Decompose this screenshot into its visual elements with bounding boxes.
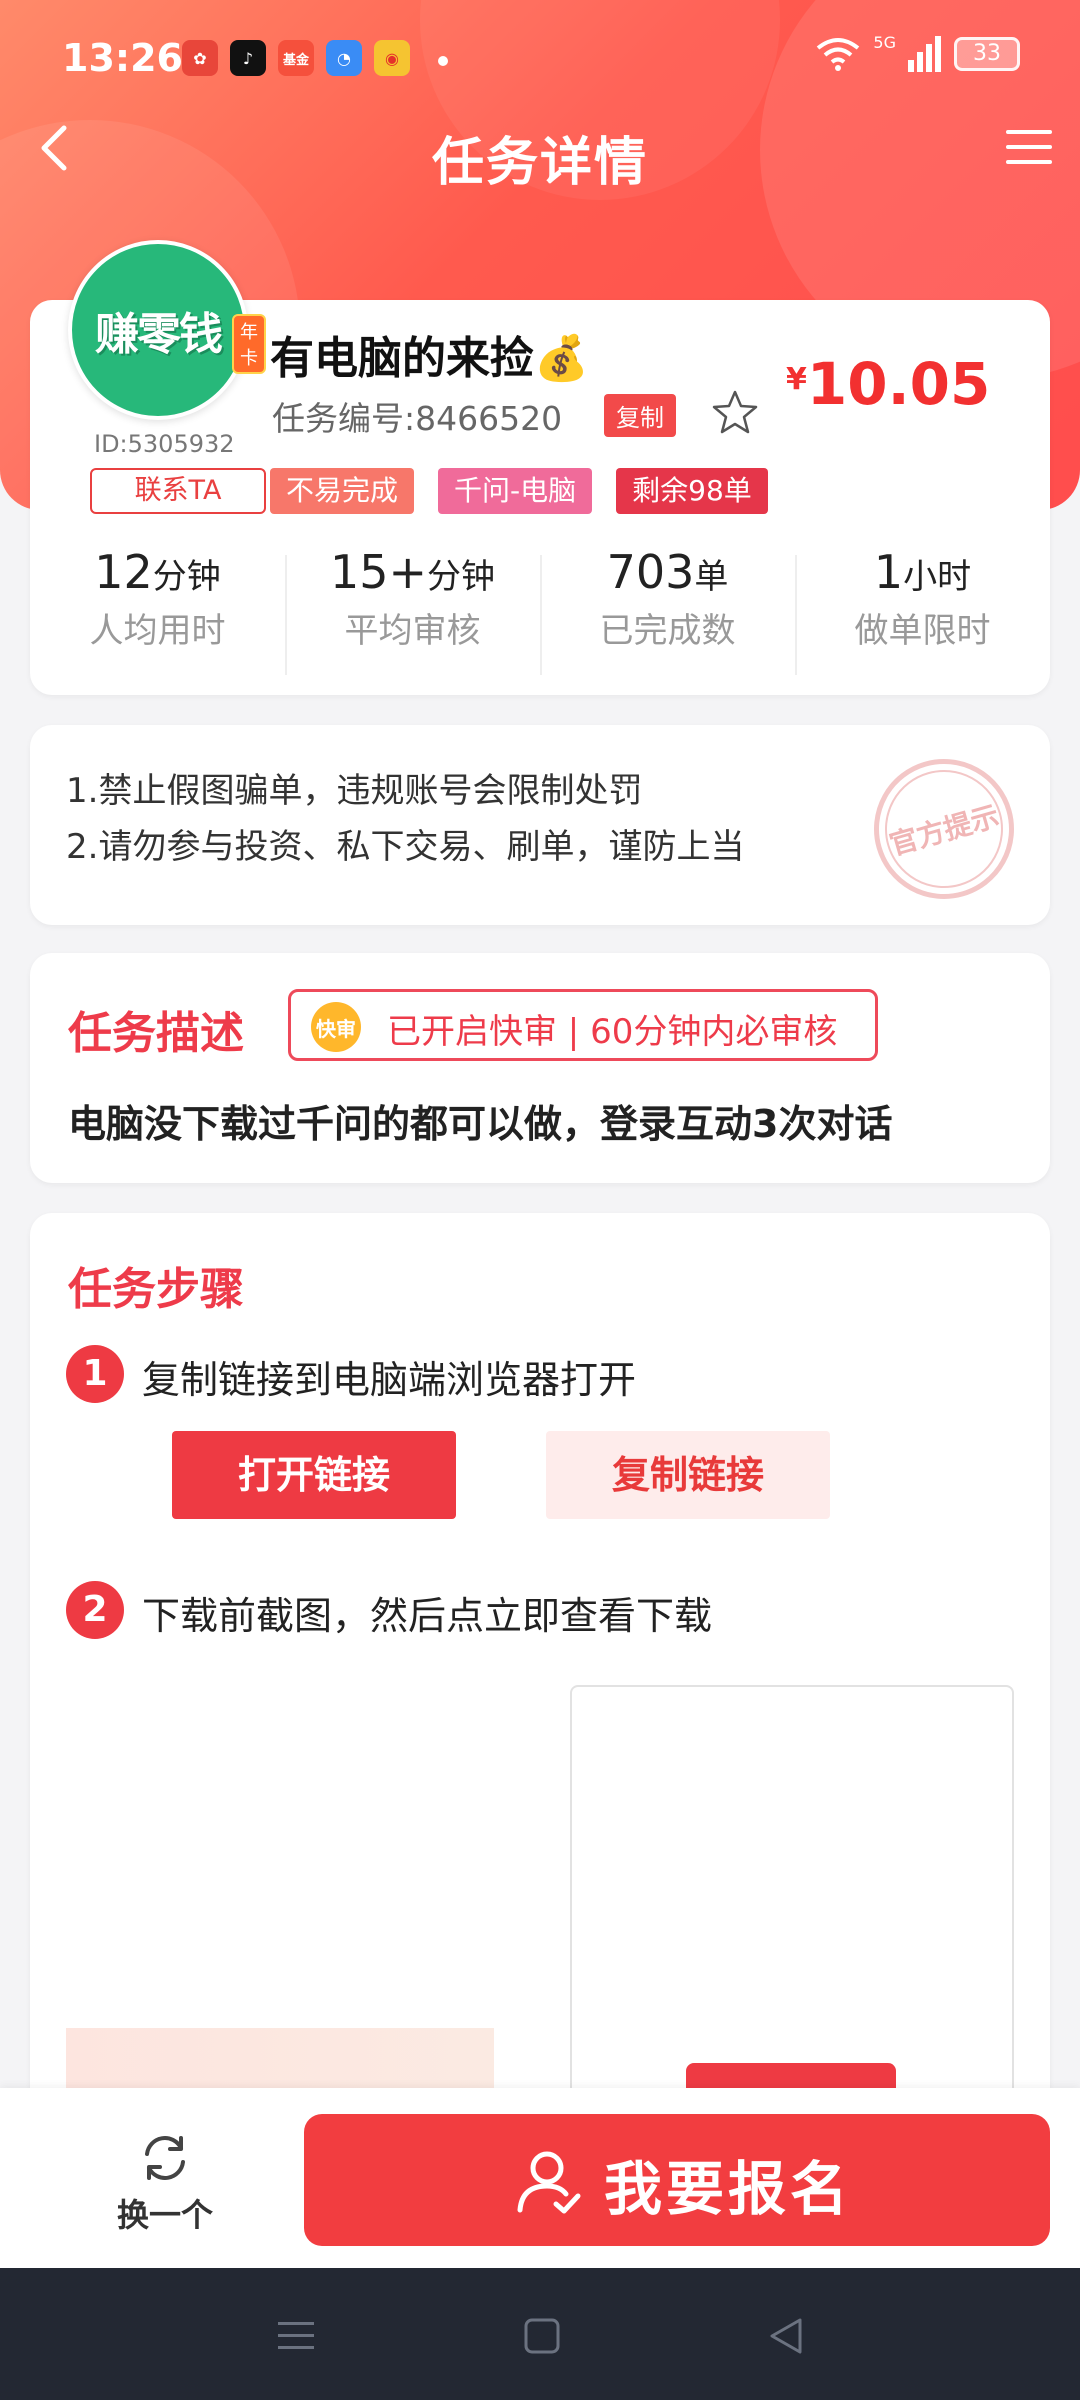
system-nav-bar (0, 2268, 1080, 2400)
status-bar: 13:26 ✿ ♪ 基金 ◔ ◉ 5G 33 (0, 0, 1080, 120)
task-summary-card: 赚零钱 年卡 ID:5305932 联系TA 有电脑的来捡💰 任务编号:8466… (30, 240, 1050, 695)
tag-category: 千问-电脑 (438, 468, 593, 514)
notification-icons: ✿ ♪ 基金 ◔ ◉ (182, 40, 410, 76)
stat-unit: 分钟 (427, 557, 496, 597)
task-stats: 12分钟 人均用时 15+分钟 平均审核 703单 已完成数 1小时 做单限时 (30, 545, 1050, 675)
signup-label: 我要报名 (604, 2155, 853, 2223)
official-stamp-icon: 官方提示 (857, 742, 1031, 916)
switch-task-label: 换一个 (116, 2196, 213, 2234)
stamp-text: 官方提示 (871, 756, 1017, 902)
example-screenshot[interactable] (570, 1685, 1014, 2113)
open-link-button[interactable]: 打开链接 (172, 1431, 456, 1519)
stat-unit: 分钟 (152, 557, 221, 597)
battery-icon: 33 (954, 37, 1020, 71)
browser-icon: ◔ (326, 40, 362, 76)
price-value: 10.05 (806, 350, 991, 418)
fast-review-badge: 快审 已开启快审 | 60分钟内必审核 (288, 989, 878, 1061)
stat-value: 703 (606, 545, 695, 599)
notice-line: 1.禁止假图骗单，违规账号会限制处罚 (66, 771, 643, 811)
stat-label: 做单限时 (854, 611, 991, 651)
tag-remaining: 剩余98单 (616, 468, 768, 514)
refresh-icon (145, 2136, 185, 2180)
step-number: 2 (66, 1581, 124, 1639)
avatar[interactable]: 赚零钱 年卡 (68, 240, 266, 420)
fund-icon: 基金 (278, 40, 314, 76)
currency-symbol: ¥ (786, 362, 807, 397)
signup-button[interactable]: 我要报名 (304, 2114, 1050, 2246)
fast-review-icon: 快审 (311, 1002, 361, 1052)
stat-label: 平均审核 (344, 611, 481, 651)
more-notifications-dot (438, 56, 448, 66)
step-text: 下载前截图，然后点立即查看下载 (142, 1594, 713, 1638)
copy-link-button[interactable]: 复制链接 (546, 1431, 830, 1519)
contact-publisher-button[interactable]: 联系TA (90, 468, 266, 514)
huawei-icon: ✿ (182, 40, 218, 76)
stat-avg-time: 12分钟 人均用时 (30, 545, 285, 652)
official-notice-card: 1.禁止假图骗单，违规账号会限制处罚 2.请勿参与投资、私下交易、刷单，谨防上当… (30, 725, 1050, 925)
stat-label: 人均用时 (89, 611, 226, 651)
tag-difficulty: 不易完成 (270, 468, 415, 514)
tiktok-icon: ♪ (230, 40, 266, 76)
back-nav-icon[interactable] (764, 2314, 808, 2358)
weibo-icon: ◉ (374, 40, 410, 76)
switch-task-button[interactable]: 换一个 (90, 2128, 240, 2238)
stat-avg-review: 15+分钟 平均审核 (285, 545, 540, 675)
home-icon[interactable] (520, 2314, 564, 2358)
nav-bar: 任务详情 (0, 110, 1080, 193)
signal-icon (908, 36, 941, 72)
task-tags: 不易完成 千问-电脑 剩余98单 (270, 468, 768, 514)
copy-task-number-button[interactable]: 复制 (604, 394, 676, 437)
section-title: 任务步骤 (68, 1264, 244, 1315)
recent-apps-icon[interactable] (274, 2314, 318, 2358)
stat-label: 已完成数 (599, 611, 736, 651)
fast-review-text: 已开启快审 | 60分钟内必审核 (387, 1012, 838, 1052)
stat-unit: 小时 (903, 557, 972, 597)
task-description-text: 电脑没下载过千问的都可以做，登录互动3次对话 (68, 1102, 893, 1146)
stat-time-limit: 1小时 做单限时 (795, 545, 1050, 675)
task-reward-price: ¥10.05 (786, 350, 990, 418)
stat-unit: 单 (694, 557, 729, 597)
menu-icon[interactable] (1000, 122, 1058, 172)
task-title: 有电脑的来捡💰 (270, 333, 589, 384)
notice-line: 2.请勿参与投资、私下交易、刷单，谨防上当 (66, 827, 745, 867)
section-title: 任务描述 (68, 1008, 244, 1059)
publisher-id: ID:5305932 (94, 430, 235, 458)
annual-card-badge: 年卡 (232, 314, 266, 374)
status-indicators: 5G 33 (815, 32, 1020, 72)
status-time: 13:26 (62, 36, 183, 80)
avatar-text: 赚零钱 (95, 309, 223, 360)
task-number: 任务编号:8466520 (272, 399, 563, 438)
task-steps-card: 任务步骤 1 复制链接到电脑端浏览器打开 打开链接 复制链接 2 下载前截图，然… (30, 1213, 1050, 2113)
task-description-card: 任务描述 快审 已开启快审 | 60分钟内必审核 电脑没下载过千问的都可以做，登… (30, 953, 1050, 1183)
stat-value: 1 (873, 545, 904, 599)
wifi-icon (817, 38, 860, 71)
favorite-star-icon[interactable] (710, 388, 760, 438)
bottom-action-bar: 换一个 我要报名 (0, 2088, 1080, 2268)
user-check-icon (517, 2151, 581, 2214)
stat-value: 15+ (329, 545, 428, 599)
page-title: 任务详情 (431, 133, 648, 193)
step-text: 复制链接到电脑端浏览器打开 (142, 1358, 637, 1402)
network-type: 5G (873, 32, 896, 52)
stat-completed: 703单 已完成数 (540, 545, 795, 675)
step-number: 1 (66, 1345, 124, 1403)
stat-value: 12 (94, 545, 153, 599)
